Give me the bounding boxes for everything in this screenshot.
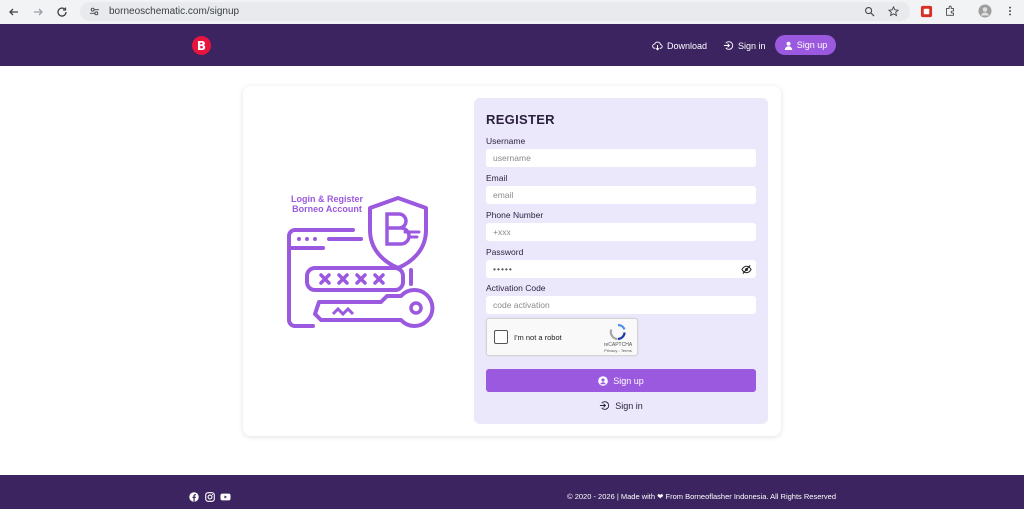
bookmark-star-icon[interactable] (886, 4, 900, 18)
recaptcha-terms[interactable]: Privacy - Terms (599, 348, 637, 353)
download-label: Download (667, 40, 708, 51)
logo-letter: B (196, 38, 207, 53)
form-title: REGISTER (486, 112, 555, 127)
profile-avatar-icon[interactable] (977, 3, 993, 19)
copyright-text: © 2020 - 2026 | Made with ❤ From Borneof… (567, 492, 836, 501)
signin-icon (723, 41, 734, 50)
header-signin-link[interactable]: Sign in (723, 40, 766, 51)
site-settings-icon[interactable] (87, 5, 101, 19)
address-bar[interactable]: borneoschematic.com/signup (80, 2, 910, 21)
facebook-icon[interactable] (188, 491, 199, 502)
signup-submit-button[interactable]: Sign up (486, 369, 756, 392)
header-signup-label: Sign up (796, 40, 828, 50)
instagram-icon[interactable] (204, 491, 215, 502)
recaptcha-logo-icon (609, 323, 626, 341)
site-footer: © 2020 - 2026 | Made with ❤ From Borneof… (0, 475, 1024, 509)
toggle-password-visibility-icon[interactable] (740, 263, 752, 275)
signup-submit-label: Sign up (613, 375, 644, 386)
recaptcha-checkbox[interactable] (494, 330, 508, 344)
password-label: Password (486, 247, 524, 257)
download-link[interactable]: Download (652, 40, 707, 51)
form-signin-link[interactable]: Sign in (474, 400, 768, 411)
email-input[interactable] (486, 186, 756, 204)
browser-menu-icon[interactable] (1002, 3, 1018, 19)
header-signup-button[interactable]: Sign up (775, 35, 836, 55)
register-form: REGISTER Username Email Phone Number Pas… (474, 98, 768, 424)
email-label: Email (486, 173, 508, 183)
extension-red-icon[interactable] (918, 3, 934, 19)
header-signin-label: Sign in (738, 40, 766, 51)
youtube-icon[interactable] (220, 491, 231, 502)
phone-input[interactable] (486, 223, 756, 241)
browser-toolbar: borneoschematic.com/signup (0, 0, 1024, 24)
signin-icon (600, 401, 610, 410)
username-input[interactable] (486, 149, 756, 167)
user-icon (784, 41, 793, 50)
phone-label: Phone Number (486, 210, 544, 220)
back-button[interactable] (4, 2, 24, 22)
forward-button[interactable] (28, 2, 48, 22)
register-card: Login & Register Borneo Account REGISTER… (243, 86, 781, 436)
activation-code-label: Activation Code (486, 283, 546, 293)
recaptcha-label: I'm not a robot (514, 333, 562, 342)
username-label: Username (486, 136, 526, 146)
url-text: borneoschematic.com/signup (109, 6, 240, 17)
password-input[interactable] (486, 260, 756, 278)
activation-code-input[interactable] (486, 296, 756, 314)
recaptcha-widget: I'm not a robot reCAPTCHA Privacy - Term… (486, 318, 638, 356)
cloud-download-icon (652, 41, 663, 51)
user-circle-icon (598, 375, 609, 386)
site-header: B Download Sign in Sign up (0, 24, 1024, 66)
zoom-icon[interactable] (862, 4, 876, 18)
site-logo[interactable]: B (192, 36, 211, 55)
form-signin-label: Sign in (615, 400, 643, 411)
login-register-illustration (287, 196, 435, 328)
extensions-puzzle-icon[interactable] (942, 3, 958, 19)
reload-button[interactable] (52, 2, 72, 22)
